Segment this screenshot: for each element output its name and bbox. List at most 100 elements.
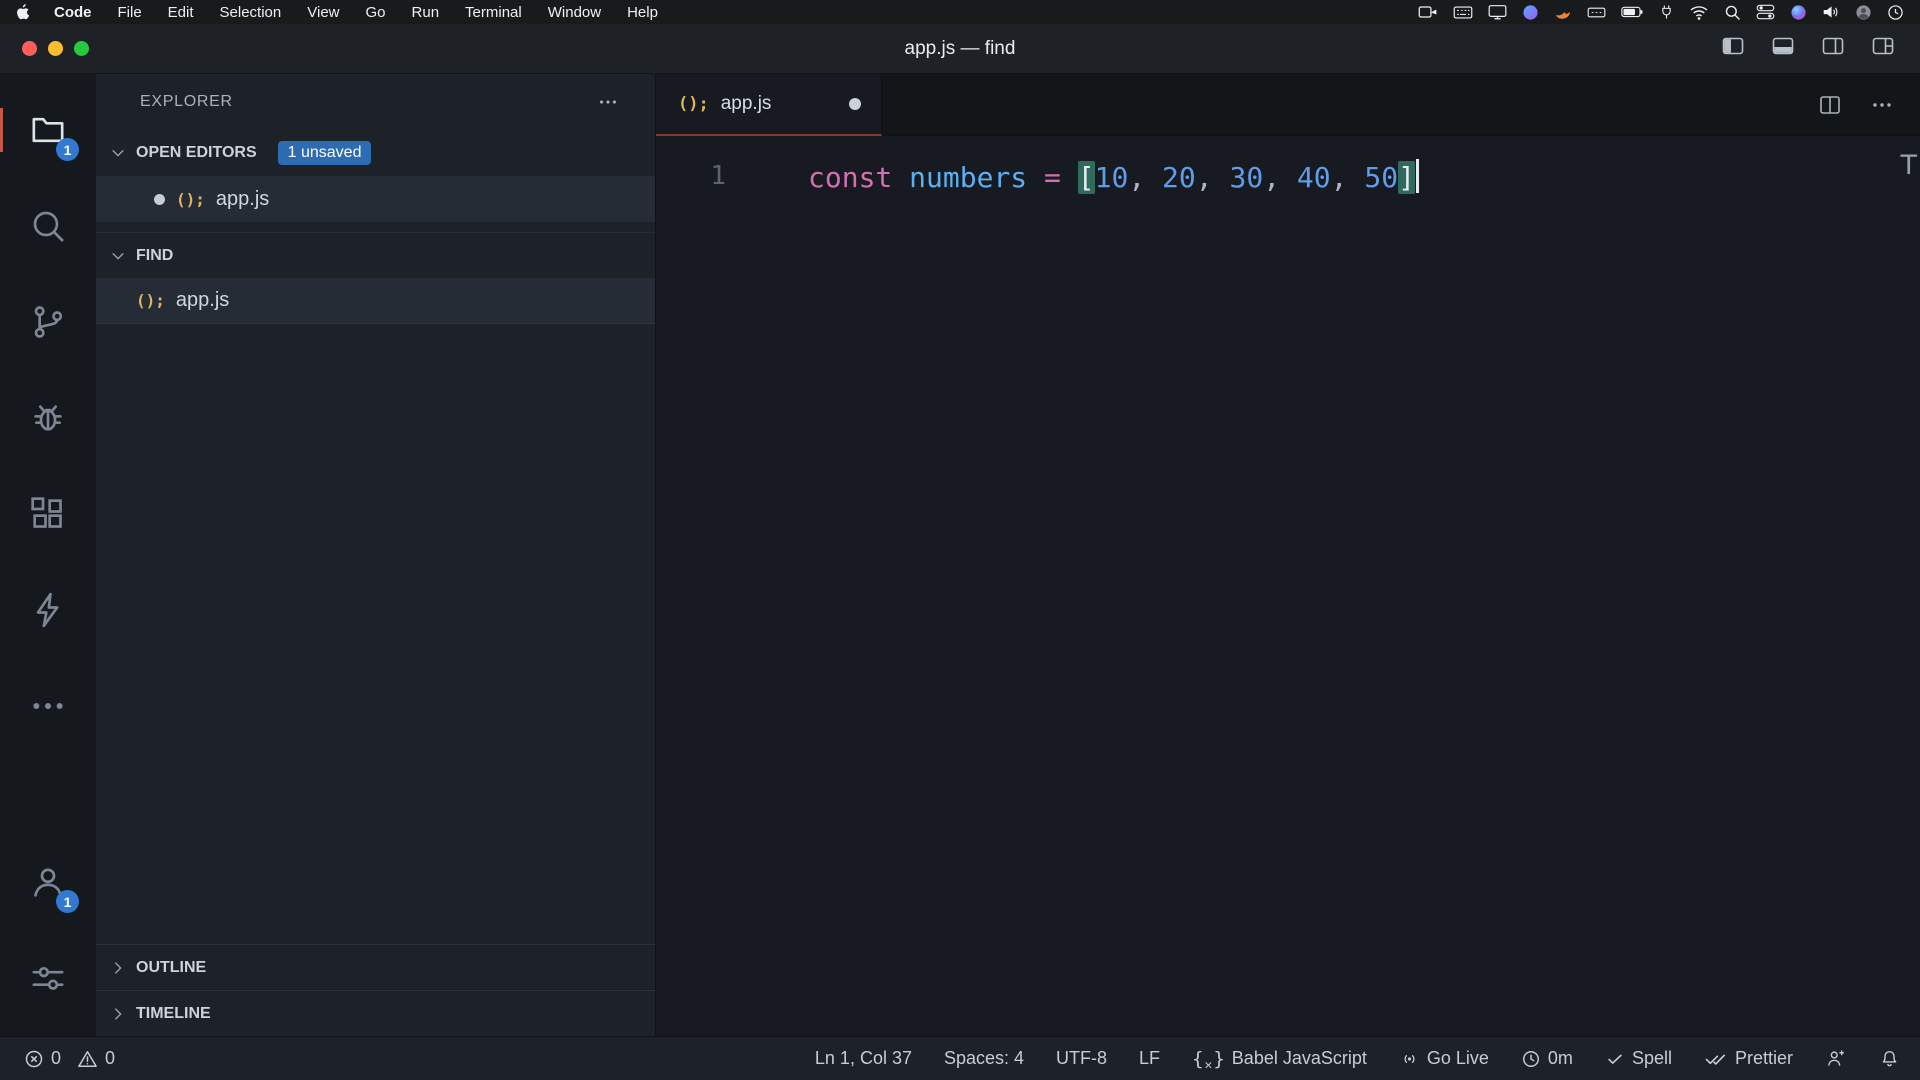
more-views-icon[interactable] bbox=[0, 658, 96, 754]
token-number: 20 bbox=[1162, 161, 1196, 194]
warning-count: 0 bbox=[105, 1048, 115, 1069]
activity-bar: 1 1 bbox=[0, 74, 96, 1036]
battery-icon[interactable] bbox=[1621, 6, 1644, 18]
error-count: 0 bbox=[51, 1048, 61, 1069]
encoding[interactable]: UTF-8 bbox=[1056, 1048, 1107, 1069]
menu-file[interactable]: File bbox=[118, 4, 142, 21]
token-space bbox=[1061, 161, 1078, 194]
broadcast-icon bbox=[1399, 1049, 1420, 1069]
person-sparkle-icon bbox=[1825, 1048, 1847, 1069]
go-live[interactable]: Go Live bbox=[1399, 1048, 1489, 1069]
code-content[interactable]: const numbers = [10, 20, 30, 40, 50] bbox=[808, 159, 1419, 194]
editor-tab-bar: (); app.js bbox=[656, 74, 1920, 136]
eol-label: LF bbox=[1139, 1048, 1160, 1069]
zoom-window-button[interactable] bbox=[74, 41, 89, 56]
layout-controls bbox=[1720, 34, 1896, 63]
close-window-button[interactable] bbox=[22, 41, 37, 56]
tab-modified-dot-icon[interactable] bbox=[849, 98, 861, 110]
token-space bbox=[892, 161, 909, 194]
outline-section[interactable]: OUTLINE bbox=[96, 944, 655, 990]
debug-icon[interactable] bbox=[0, 370, 96, 466]
apple-menu-icon[interactable] bbox=[16, 4, 30, 20]
sidebar-title: EXPLORER bbox=[140, 93, 233, 111]
menu-terminal[interactable]: Terminal bbox=[465, 4, 522, 21]
menu-window[interactable]: Window bbox=[548, 4, 601, 21]
ai-circle-icon[interactable] bbox=[1522, 4, 1539, 21]
siri-icon[interactable] bbox=[1790, 4, 1807, 21]
menu-code[interactable]: Code bbox=[54, 4, 92, 21]
indentation-label: Spaces: 4 bbox=[944, 1048, 1024, 1069]
macos-menu-bar: Code File Edit Selection View Go Run Ter… bbox=[0, 0, 1920, 24]
menu-view[interactable]: View bbox=[307, 4, 339, 21]
wifi-icon[interactable] bbox=[1689, 5, 1709, 20]
cursor-position-label: Ln 1, Col 37 bbox=[815, 1048, 912, 1069]
display-mirror-icon[interactable] bbox=[1488, 4, 1507, 20]
line-number: 1 bbox=[656, 161, 756, 191]
language-mode[interactable]: {✕} Babel JavaScript bbox=[1192, 1048, 1367, 1070]
minimize-window-button[interactable] bbox=[48, 41, 63, 56]
tree-item-appjs[interactable]: (); app.js bbox=[96, 278, 655, 324]
timeline-section[interactable]: TIMELINE bbox=[96, 990, 655, 1036]
customize-layout-icon[interactable] bbox=[1870, 34, 1896, 63]
menu-go[interactable]: Go bbox=[366, 4, 386, 21]
feedback-account[interactable] bbox=[1825, 1048, 1847, 1069]
modified-dot-icon[interactable] bbox=[154, 194, 165, 205]
explorer-icon[interactable]: 1 bbox=[0, 82, 96, 178]
token-comma: , bbox=[1128, 161, 1162, 194]
explorer-more-actions-icon[interactable] bbox=[597, 91, 619, 113]
notifications[interactable] bbox=[1879, 1048, 1900, 1069]
token-comma: , bbox=[1196, 161, 1230, 194]
menu-selection[interactable]: Selection bbox=[220, 4, 282, 21]
tree-item-file-name: app.js bbox=[176, 289, 229, 312]
open-editor-file-name: app.js bbox=[216, 188, 269, 211]
cursor-position[interactable]: Ln 1, Col 37 bbox=[815, 1048, 912, 1069]
open-editors-label: OPEN EDITORS bbox=[136, 144, 257, 162]
keys-icon[interactable] bbox=[1587, 6, 1606, 19]
menu-help[interactable]: Help bbox=[627, 4, 658, 21]
settings-sliders-icon[interactable] bbox=[0, 930, 96, 1026]
clock-icon[interactable] bbox=[1887, 4, 1904, 21]
timeline-label: TIMELINE bbox=[136, 1005, 211, 1023]
toggle-sidebar-icon[interactable] bbox=[1720, 34, 1746, 63]
control-center-icon[interactable] bbox=[1756, 4, 1775, 20]
search-view-icon[interactable] bbox=[0, 178, 96, 274]
menu-edit[interactable]: Edit bbox=[168, 4, 194, 21]
editor-more-actions-icon[interactable] bbox=[1870, 93, 1894, 117]
spell-checker[interactable]: Spell bbox=[1605, 1048, 1672, 1069]
video-icon[interactable] bbox=[1418, 4, 1438, 20]
token-number: 10 bbox=[1095, 161, 1129, 194]
split-editor-icon[interactable] bbox=[1818, 93, 1842, 117]
status-bar: 0 0 Ln 1, Col 37 Spaces: 4 UTF-8 LF {✕} … bbox=[0, 1036, 1920, 1080]
extensions-icon[interactable] bbox=[0, 466, 96, 562]
account-icon[interactable]: 1 bbox=[0, 834, 96, 930]
charger-icon[interactable] bbox=[1659, 4, 1674, 20]
lightning-icon[interactable] bbox=[0, 562, 96, 658]
user-circle-icon[interactable] bbox=[1855, 4, 1872, 21]
bird-icon[interactable] bbox=[1554, 4, 1572, 20]
keyboard-icon[interactable] bbox=[1453, 5, 1473, 20]
menu-status-icons bbox=[1418, 4, 1904, 21]
toggle-panel-icon[interactable] bbox=[1770, 34, 1796, 63]
volume-icon[interactable] bbox=[1822, 4, 1840, 20]
problems-warnings[interactable]: 0 bbox=[77, 1048, 115, 1069]
window-title-bar: app.js — find bbox=[0, 24, 1920, 74]
eol-sequence[interactable]: LF bbox=[1139, 1048, 1160, 1069]
search-icon[interactable] bbox=[1724, 4, 1741, 21]
tab-appjs[interactable]: (); app.js bbox=[656, 74, 882, 136]
token-operator: = bbox=[1044, 161, 1061, 194]
status-bar-left: 0 0 bbox=[24, 1048, 115, 1069]
vscode-window: Code File Edit Selection View Go Run Ter… bbox=[0, 0, 1920, 1080]
source-control-icon[interactable] bbox=[0, 274, 96, 370]
toggle-secondary-sidebar-icon[interactable] bbox=[1820, 34, 1846, 63]
menu-run[interactable]: Run bbox=[412, 4, 440, 21]
open-editor-item-appjs[interactable]: (); app.js bbox=[96, 176, 655, 222]
workspace-folder-label: FIND bbox=[136, 247, 173, 265]
workspace-folder-section[interactable]: FIND bbox=[96, 232, 655, 278]
indentation[interactable]: Spaces: 4 bbox=[944, 1048, 1024, 1069]
prettier-formatter[interactable]: Prettier bbox=[1704, 1048, 1793, 1069]
time-tracker[interactable]: 0m bbox=[1521, 1048, 1573, 1069]
open-editors-section[interactable]: OPEN EDITORS 1 unsaved bbox=[96, 130, 655, 176]
problems-errors[interactable]: 0 bbox=[24, 1048, 61, 1069]
code-editor[interactable]: 1 const numbers = [10, 20, 30, 40, 50] T bbox=[656, 136, 1920, 1036]
token-number: 50 bbox=[1364, 161, 1398, 194]
